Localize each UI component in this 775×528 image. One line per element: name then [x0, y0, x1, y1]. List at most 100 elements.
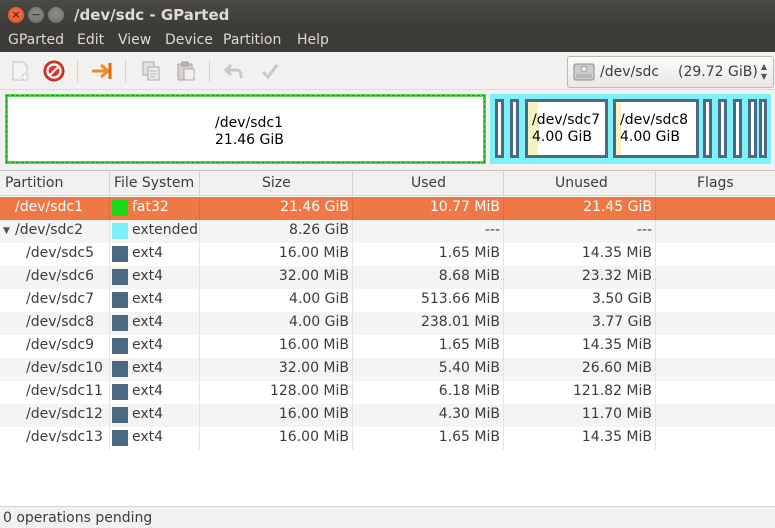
delete-partition-button[interactable]	[41, 58, 67, 84]
menu-view[interactable]: View	[118, 32, 151, 48]
diskmap-partition-sdc12[interactable]	[748, 99, 757, 158]
column-gridline	[503, 381, 504, 404]
menu-device[interactable]: Device	[165, 32, 213, 48]
diskmap-partition-sdc11[interactable]	[733, 99, 742, 158]
minimize-window-button[interactable]: −	[28, 7, 44, 23]
undo-button[interactable]	[221, 58, 247, 84]
cell-used: 8.68 MiB	[438, 268, 500, 284]
menu-help[interactable]: Help	[297, 32, 329, 48]
apply-button[interactable]	[257, 58, 283, 84]
cell-partition: /dev/sdc2	[15, 222, 84, 238]
cell-used: 238.01 MiB	[420, 314, 500, 330]
table-row[interactable]: /dev/sdc6 ext4 32.00 MiB 8.68 MiB 23.32 MiB	[0, 266, 775, 289]
cell-used: 5.40 MiB	[438, 360, 500, 376]
resize-icon	[92, 63, 112, 79]
column-gridline	[199, 197, 200, 220]
cell-used: 1.65 MiB	[438, 245, 500, 261]
column-gridline	[503, 335, 504, 358]
col-filesystem[interactable]: File System	[114, 175, 194, 191]
cell-partition: /dev/sdc12	[26, 406, 103, 422]
menu-gparted[interactable]: GParted	[8, 32, 64, 48]
diskmap-partition-sdc10[interactable]	[718, 99, 727, 158]
status-bar: 0 operations pending	[0, 506, 775, 528]
diskmap-sdc8-name: /dev/sdc8	[620, 112, 689, 128]
diskmap-sdc7-label: /dev/sdc7 4.00 GiB	[532, 112, 600, 146]
diskmap-partition-sdc7[interactable]: /dev/sdc7 4.00 GiB	[525, 99, 608, 158]
diskmap-extended-sdc2[interactable]: /dev/sdc7 4.00 GiB /dev/sdc8 4.00 GiB	[490, 94, 771, 164]
filesystem-color-swatch	[112, 361, 128, 377]
diskmap-partition-sdc9[interactable]	[703, 99, 712, 158]
col-used[interactable]: Used	[411, 175, 446, 191]
col-flags[interactable]: Flags	[697, 175, 734, 191]
cell-used: 513.66 MiB	[420, 291, 500, 307]
new-icon	[12, 61, 29, 81]
device-size: (29.72 GiB)	[678, 64, 758, 80]
cell-size: 32.00 MiB	[278, 360, 349, 376]
menu-partition[interactable]: Partition	[223, 32, 281, 48]
cell-unused: 11.70 MiB	[581, 406, 652, 422]
resize-move-button[interactable]	[89, 58, 115, 84]
cell-size: 16.00 MiB	[278, 406, 349, 422]
cell-filesystem: ext4	[132, 268, 164, 284]
table-row[interactable]: /dev/sdc8 ext4 4.00 GiB 238.01 MiB 3.77 GiB	[0, 312, 775, 335]
column-gridline	[109, 220, 110, 243]
table-row[interactable]: /dev/sdc12 ext4 16.00 MiB 4.30 MiB 11.70 MiB	[0, 404, 775, 427]
cell-partition: /dev/sdc1	[15, 199, 84, 215]
paste-icon	[177, 61, 195, 81]
column-gridline	[352, 358, 353, 381]
diskmap-partition-sdc1[interactable]: /dev/sdc1 21.46 GiB	[5, 94, 486, 164]
paste-button[interactable]	[173, 58, 199, 84]
diskmap-sdc7-name: /dev/sdc7	[532, 112, 601, 128]
column-gridline	[199, 404, 200, 427]
table-row[interactable]: /dev/sdc1 fat32 21.46 GiB 10.77 MiB 21.45 Gi…	[0, 197, 775, 220]
column-gridline	[655, 197, 656, 220]
column-gridline	[109, 312, 110, 335]
maximize-window-button[interactable]	[48, 7, 64, 23]
col-unused[interactable]: Unused	[555, 175, 608, 191]
table-row[interactable]: /dev/sdc7 ext4 4.00 GiB 513.66 MiB 3.50 GiB	[0, 289, 775, 312]
filesystem-color-swatch	[112, 246, 128, 262]
column-gridline	[352, 289, 353, 312]
column-gridline	[503, 427, 504, 450]
column-gridline	[655, 312, 656, 335]
column-gridline	[655, 243, 656, 266]
filesystem-color-swatch	[112, 269, 128, 285]
column-gridline	[352, 312, 353, 335]
column-gridline	[503, 358, 504, 381]
cell-partition: /dev/sdc8	[26, 314, 95, 330]
column-gridline	[352, 220, 353, 243]
copy-button[interactable]	[138, 58, 164, 84]
table-row[interactable]: /dev/sdc10 ext4 32.00 MiB 5.40 MiB 26.60 MiB	[0, 358, 775, 381]
undo-icon	[223, 63, 243, 78]
diskmap-partition-sdc5[interactable]	[495, 99, 504, 158]
cell-filesystem: ext4	[132, 291, 164, 307]
diskmap-partition-sdc6[interactable]	[510, 99, 519, 158]
diskmap-partition-sdc13[interactable]	[759, 99, 767, 158]
col-size[interactable]: Size	[262, 175, 291, 191]
filesystem-color-swatch	[112, 384, 128, 400]
table-row[interactable]: /dev/sdc9 ext4 16.00 MiB 1.65 MiB 14.35 MiB	[0, 335, 775, 358]
cell-filesystem: fat32	[132, 199, 169, 215]
column-separator	[503, 171, 504, 196]
close-window-button[interactable]: ×	[8, 7, 24, 23]
table-row[interactable]: /dev/sdc13 ext4 16.00 MiB 1.65 MiB 14.35 MiB	[0, 427, 775, 450]
diskmap-sdc8-label: /dev/sdc8 4.00 GiB	[620, 112, 688, 146]
table-row[interactable]: /dev/sdc11 ext4 128.00 MiB 6.18 MiB 121.82 M…	[0, 381, 775, 404]
diskmap-partition-sdc8[interactable]: /dev/sdc8 4.00 GiB	[613, 99, 699, 158]
device-selector[interactable]: /dev/sdc (29.72 GiB) ▲ ▼	[567, 56, 774, 88]
new-partition-button[interactable]	[7, 58, 33, 84]
toolbar-separator	[209, 60, 210, 82]
cell-unused: 14.35 MiB	[581, 245, 652, 261]
column-gridline	[503, 243, 504, 266]
table-row[interactable]: /dev/sdc5 ext4 16.00 MiB 1.65 MiB 14.35 MiB	[0, 243, 775, 266]
column-gridline	[109, 427, 110, 450]
expander-arrow-icon[interactable]: ▼	[3, 226, 10, 236]
column-gridline	[199, 243, 200, 266]
table-row[interactable]: ▼ /dev/sdc2 extended 8.26 GiB --- ---	[0, 220, 775, 243]
column-gridline	[199, 427, 200, 450]
column-gridline	[109, 243, 110, 266]
cell-filesystem: ext4	[132, 406, 164, 422]
menu-edit[interactable]: Edit	[77, 32, 104, 48]
col-partition[interactable]: Partition	[5, 175, 63, 191]
filesystem-color-swatch	[112, 223, 128, 239]
